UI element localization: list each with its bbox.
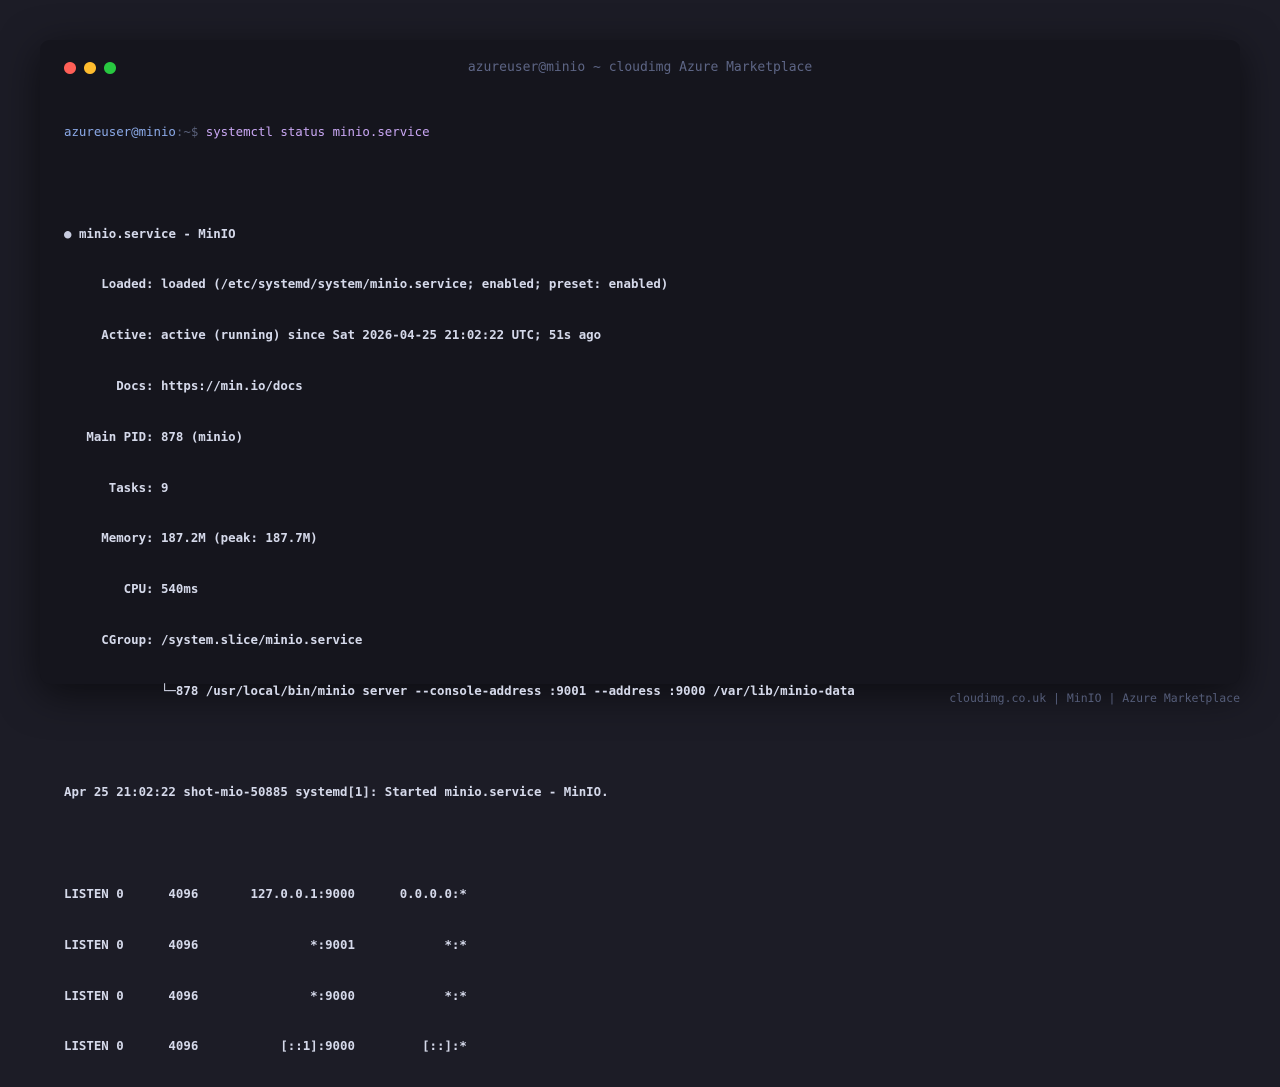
listen-line: LISTEN 0 4096 127.0.0.1:9000 0.0.0.0:* (64, 885, 467, 901)
journal-line: Apr 25 21:02:22 shot-mio-50885 systemd[1… (64, 784, 609, 800)
prompt-user-host: azureuser@minio (64, 124, 176, 139)
status-header-line: ● minio.service - MinIO (64, 224, 1224, 245)
status-memory: Memory: 187.2M (peak: 187.7M) (64, 530, 318, 546)
status-cgroup: CGroup: /system.slice/minio.service (64, 631, 363, 647)
status-cpu: CPU: 540ms (64, 581, 199, 597)
prompt-line: azureuser@minio:~$ systemctl status mini… (64, 122, 1224, 143)
footer-caption: cloudimg.co.uk | MinIO | Azure Marketpla… (949, 691, 1240, 705)
title-bar: azureuser@minio ~ cloudimg Azure Marketp… (40, 40, 1240, 96)
status-active: Active: active (running) since Sat 2026-… (64, 327, 602, 343)
listen-line: LISTEN 0 4096 *:9001 *:* (64, 936, 467, 952)
status-main-pid: Main PID: 878 (minio) (64, 428, 244, 444)
listen-line: LISTEN 0 4096 *:9000 *:* (64, 987, 467, 1003)
prompt-command: systemctl status minio.service (205, 124, 430, 139)
status-bullet-icon: ● (64, 225, 72, 241)
listen-line: LISTEN 0 4096 [::1]:9000 [::]:* (64, 1038, 467, 1054)
terminal-window[interactable]: azureuser@minio ~ cloudimg Azure Marketp… (40, 40, 1240, 1053)
status-header: minio.service - MinIO (78, 225, 236, 241)
status-docs: Docs: https://min.io/docs (64, 377, 303, 393)
status-loaded: Loaded: loaded (/etc/systemd/system/mini… (64, 276, 669, 292)
status-tasks: Tasks: 9 (64, 479, 169, 495)
prompt-path: :~$ (175, 124, 199, 139)
terminal-output[interactable]: azureuser@minio:~$ systemctl status mini… (64, 92, 1224, 1087)
window-title: azureuser@minio ~ cloudimg Azure Marketp… (467, 60, 813, 75)
